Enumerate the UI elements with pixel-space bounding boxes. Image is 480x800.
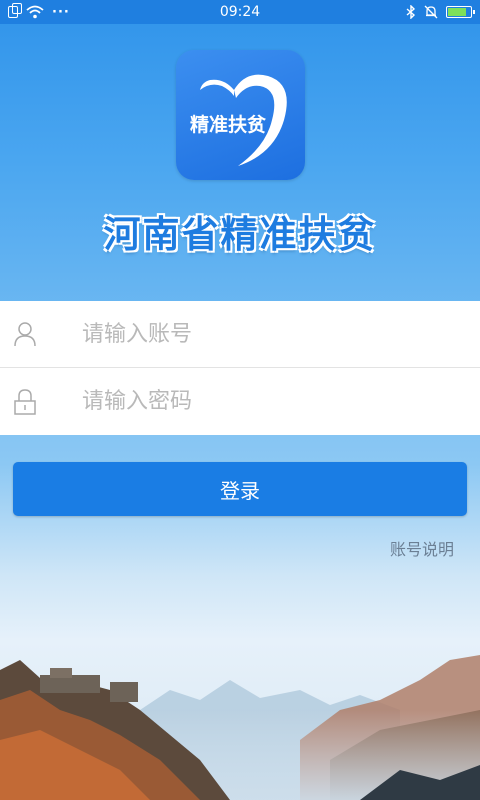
logo-text: 精准扶贫 [189,114,266,136]
battery-icon [446,6,475,18]
user-icon [14,322,36,347]
status-bar: ··· 09:24 [0,0,480,24]
battery-level [448,8,466,16]
app-logo: 精准扶贫 [176,50,305,180]
account-input[interactable] [82,314,462,354]
login-button[interactable]: 登录 [13,462,467,516]
status-time: 09:24 [219,4,261,20]
mountain-scenery-image [0,655,480,800]
app-title: 河南省精准扶贫 [103,213,377,256]
lock-icon [14,388,36,415]
password-field [0,368,480,435]
account-field [0,301,480,368]
login-form [0,301,480,435]
password-input[interactable] [82,381,462,422]
account-info-link[interactable]: 账号说明 [390,536,454,560]
